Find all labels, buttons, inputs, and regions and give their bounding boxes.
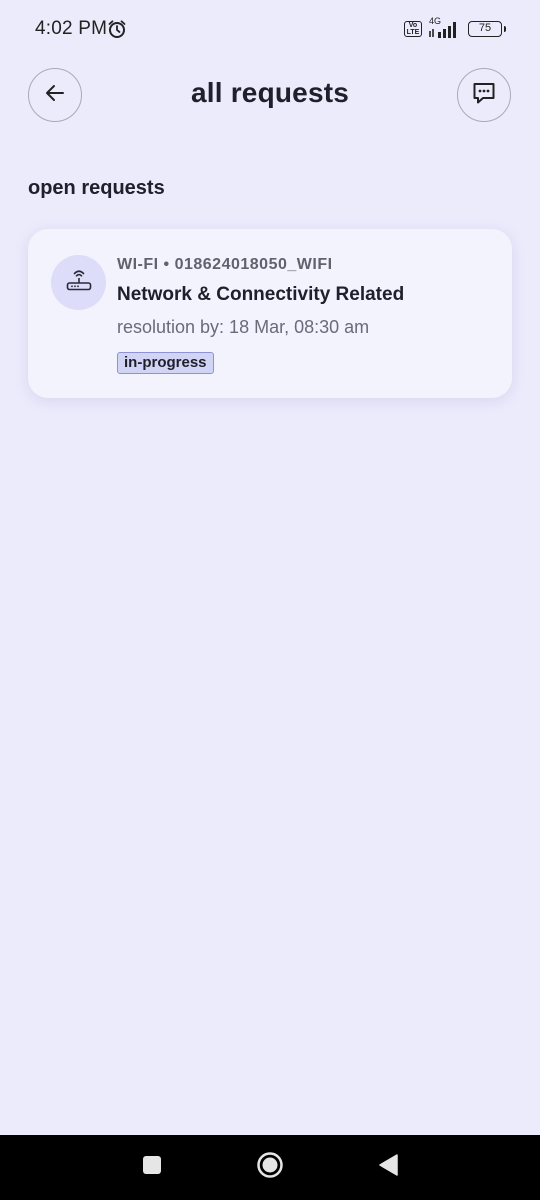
home-circle-icon	[256, 1151, 284, 1184]
request-card[interactable]: WI-FI • 018624018050_WIFI Network & Conn…	[28, 229, 512, 398]
chat-bubble-icon	[471, 80, 497, 111]
recents-button[interactable]	[130, 1135, 174, 1200]
signal-icon: 4G	[428, 16, 462, 40]
square-icon	[141, 1154, 163, 1181]
chat-button[interactable]	[457, 68, 511, 122]
request-resolution: resolution by: 18 Mar, 08:30 am	[117, 317, 370, 337]
request-title: Network & Connectivity Related	[117, 284, 405, 305]
request-icon-container	[51, 255, 106, 310]
network-type-label: 4G	[429, 16, 442, 26]
triangle-back-icon	[377, 1153, 399, 1182]
status-bar: 4:02 PM Vo LTE 4G 75	[0, 0, 540, 60]
system-nav-bar	[0, 1135, 540, 1200]
alarm-clock-icon	[107, 19, 127, 39]
router-icon	[64, 265, 94, 300]
section-title-open-requests: open requests	[28, 177, 165, 199]
status-indicators: Vo LTE 4G 75	[404, 16, 506, 40]
status-time: 4:02 PM	[35, 18, 108, 39]
home-button[interactable]	[248, 1135, 292, 1200]
request-meta: WI-FI • 018624018050_WIFI	[117, 256, 333, 273]
volte-icon: Vo LTE	[404, 21, 422, 37]
status-badge: in-progress	[117, 352, 214, 374]
battery-icon: 75	[468, 21, 506, 37]
system-back-button[interactable]	[366, 1135, 410, 1200]
